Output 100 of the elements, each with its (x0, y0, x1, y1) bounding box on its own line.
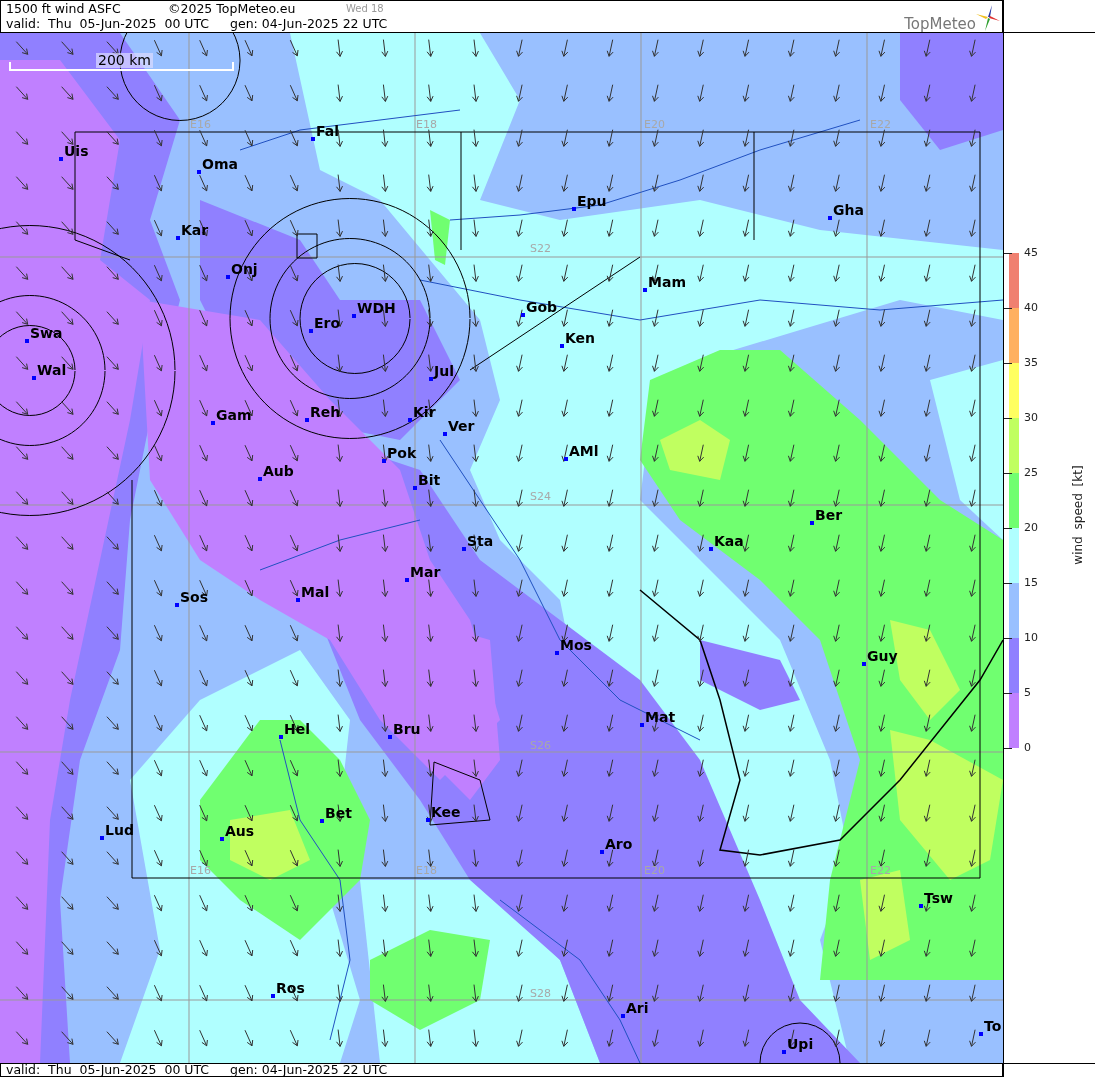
scale-tick-label: 40 (1024, 302, 1038, 314)
place-marker (100, 836, 104, 840)
place-marker (600, 850, 604, 854)
place-marker (919, 904, 923, 908)
copyright-text: ©2025 TopMeteo.eu (168, 1, 297, 16)
grid-label: S26 (530, 740, 551, 751)
place-label: Mal (301, 585, 330, 599)
place-label: Uis (64, 144, 89, 158)
place-marker (413, 486, 417, 490)
scale-tick-label: 10 (1024, 632, 1038, 644)
place-marker (564, 457, 568, 461)
grid-label: S24 (530, 491, 551, 502)
place-label: Epu (577, 194, 607, 208)
place-marker (25, 339, 29, 343)
place-label: Mar (410, 565, 441, 579)
place-label: Guy (867, 649, 898, 663)
scale-tick-label: 5 (1024, 687, 1031, 699)
place-marker (311, 137, 315, 141)
scale-tick-label: 35 (1024, 357, 1038, 369)
scale-tick-label: 45 (1024, 247, 1038, 259)
place-label: Sta (467, 534, 494, 548)
valid-time: valid: Thu 05-Jun-2025 00 UTC (6, 16, 211, 31)
place-label: Sos (180, 590, 209, 604)
place-marker (979, 1032, 983, 1036)
place-marker (271, 994, 275, 998)
place-marker (305, 418, 309, 422)
place-label: Aub (263, 464, 294, 478)
scale-tick-label: 25 (1024, 467, 1038, 479)
place-label: Upi (787, 1037, 814, 1051)
place-marker (279, 735, 283, 739)
grid-label: E20 (644, 865, 665, 876)
place-label: Ber (815, 508, 843, 522)
place-marker (782, 1050, 786, 1054)
scale-label: 200 km (96, 53, 153, 68)
place-label: Reh (310, 405, 341, 419)
scale-tick-label: 30 (1024, 412, 1038, 424)
place-label: Pok (387, 446, 417, 460)
place-marker (388, 735, 392, 739)
place-marker (197, 170, 201, 174)
place-label: To (984, 1019, 1002, 1033)
place-marker (709, 547, 713, 551)
place-marker (521, 313, 525, 317)
place-label: Gob (526, 300, 558, 314)
place-label: Mos (560, 638, 592, 652)
grid-label: S28 (530, 988, 551, 999)
place-label: Ken (565, 331, 596, 345)
place-marker (32, 376, 36, 380)
place-marker (352, 314, 356, 318)
scale-title: wind speed [kt] (1071, 465, 1085, 565)
place-label: Kar (181, 223, 209, 237)
place-label: Mam (648, 275, 686, 289)
grid-label: E16 (190, 119, 211, 130)
place-marker (643, 288, 647, 292)
place-marker (862, 662, 866, 666)
place-marker (309, 329, 313, 333)
place-marker (59, 157, 63, 161)
place-marker (572, 207, 576, 211)
place-marker (382, 459, 386, 463)
place-label: Bru (393, 722, 421, 736)
logo-text: TopMeteo (904, 16, 976, 32)
place-marker (226, 275, 230, 279)
place-label: Mat (645, 710, 676, 724)
place-marker (258, 477, 262, 481)
scale-tick-label: 0 (1024, 742, 1031, 754)
place-marker (176, 236, 180, 240)
place-label: Tsw (924, 891, 953, 905)
place-label: AMl (569, 444, 599, 458)
place-marker (408, 418, 412, 422)
scale-tick-label: 15 (1024, 577, 1038, 589)
compass-star-icon (976, 4, 1000, 32)
place-marker (220, 837, 224, 841)
place-label: Bit (418, 473, 441, 487)
grid-label: E18 (416, 119, 437, 130)
place-label: Wal (37, 363, 67, 377)
place-label: Gha (833, 203, 864, 217)
place-marker (443, 432, 447, 436)
place-marker (320, 819, 324, 823)
grid-label: E16 (190, 865, 211, 876)
place-marker (810, 521, 814, 525)
place-marker (175, 603, 179, 607)
grid-label: S22 (530, 243, 551, 254)
place-marker (462, 547, 466, 551)
place-label: Aus (225, 824, 255, 838)
generated-time: gen: 04-Jun-2025 22 UTC (230, 1064, 388, 1076)
place-marker (426, 818, 430, 822)
grid-label: E22 (870, 119, 891, 130)
place-label: Ros (276, 981, 305, 995)
place-label: Aro (605, 837, 633, 851)
place-label: Jul (434, 364, 454, 378)
place-label: Kee (431, 805, 461, 819)
place-label: Gam (216, 408, 252, 422)
map-title: 1500 ft wind ASFC (6, 1, 122, 16)
place-label: Hel (284, 722, 310, 736)
place-label: Kaa (714, 534, 744, 548)
place-marker (211, 421, 215, 425)
grid-label: E20 (644, 119, 665, 130)
place-marker (828, 216, 832, 220)
place-label: WDH (357, 301, 396, 315)
scale-tick-label: 20 (1024, 522, 1038, 534)
place-label: Ari (626, 1001, 649, 1015)
